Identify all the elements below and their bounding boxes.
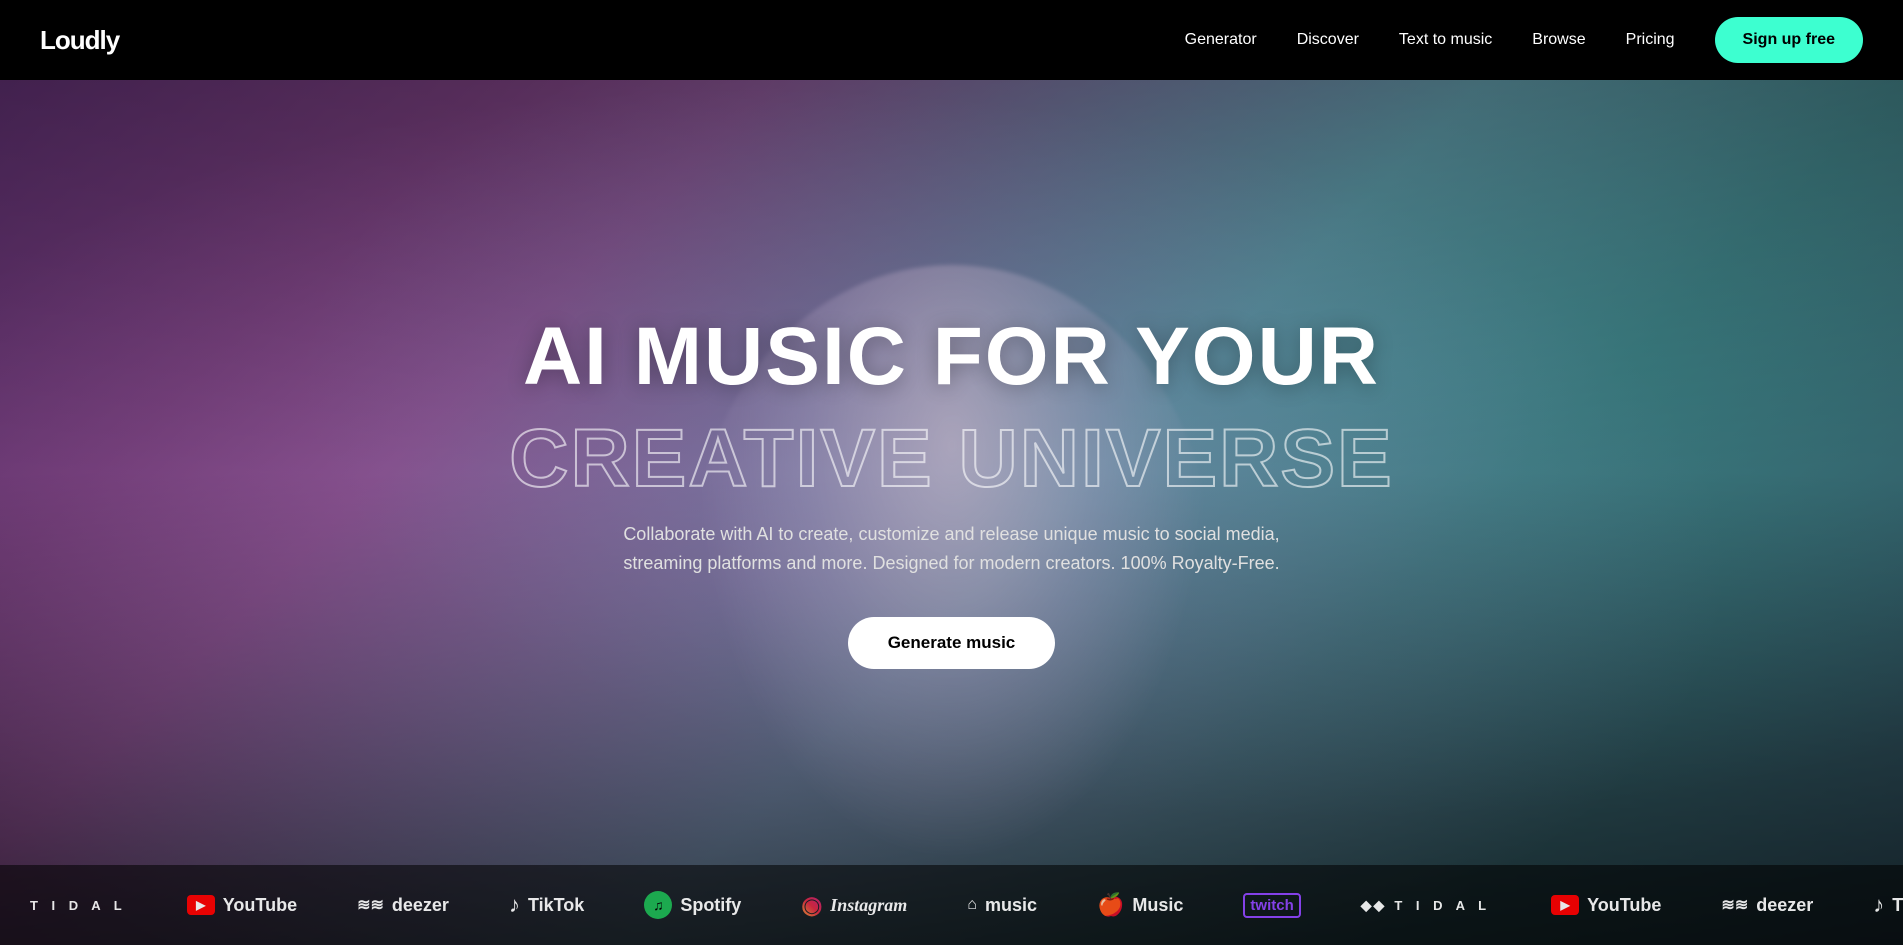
generate-music-button[interactable]: Generate music	[848, 617, 1056, 669]
signup-button[interactable]: Sign up free	[1715, 17, 1863, 63]
deezer-icon-1: ≋≋	[357, 895, 384, 915]
brand-deezer-1: ≋≋ deezer	[357, 895, 449, 916]
brand-youtube-1: ▶ YouTube	[187, 895, 297, 916]
browse-link[interactable]: Browse	[1532, 31, 1585, 49]
amazon-label-1: music	[985, 895, 1037, 916]
brand-instagram-1: ◉ Instagram	[801, 891, 907, 920]
tiktok-icon-1: ♪	[509, 892, 520, 918]
instagram-icon-1: ◉	[801, 891, 822, 920]
ticker-track: T I D A L ▶ YouTube ≋≋ deezer ♪ TikTok ♫…	[0, 891, 1903, 920]
brand-ticker: T I D A L ▶ YouTube ≋≋ deezer ♪ TikTok ♫…	[0, 865, 1903, 945]
brand-tiktok-2: ♪ TikTok	[1873, 892, 1903, 918]
brand-tidal-1: T I D A L	[30, 898, 127, 913]
apple-icon-1: 🍎	[1097, 892, 1124, 918]
brand-twitch-1: twitch	[1243, 893, 1300, 918]
pricing-link[interactable]: Pricing	[1626, 31, 1675, 49]
discover-link[interactable]: Discover	[1297, 31, 1359, 49]
brand-tiktok-1: ♪ TikTok	[509, 892, 584, 918]
youtube-icon-1: ▶	[187, 895, 215, 915]
text-to-music-link[interactable]: Text to music	[1399, 31, 1492, 49]
tidal-dots-2: ◆◆	[1361, 897, 1387, 914]
tidal-icon-1: T I D A L	[30, 898, 127, 913]
tiktok-label-2: TikTok	[1892, 895, 1903, 916]
generator-link[interactable]: Generator	[1185, 31, 1257, 49]
tiktok-icon-2: ♪	[1873, 892, 1884, 918]
deezer-label-2: deezer	[1756, 895, 1813, 916]
deezer-icon-2: ≋≋	[1721, 895, 1748, 915]
youtube-icon-2: ▶	[1551, 895, 1579, 915]
brand-tidal-2: ◆◆ T I D A L	[1361, 897, 1491, 914]
hero-subtitle: Collaborate with AI to create, customize…	[601, 520, 1301, 578]
spotify-label-1: Spotify	[680, 895, 741, 916]
tidal-label-2: T I D A L	[1394, 898, 1491, 913]
brand-spotify-1: ♫ Spotify	[644, 891, 741, 919]
instagram-label-1: Instagram	[830, 895, 907, 916]
nav-links: Generator Discover Text to music Browse …	[1185, 17, 1863, 63]
navbar: Loudly Generator Discover Text to music …	[0, 0, 1903, 80]
brand-apple-1: 🍎 Music	[1097, 892, 1183, 918]
youtube-label-1: YouTube	[223, 895, 297, 916]
tiktok-label-1: TikTok	[528, 895, 584, 916]
hero-title-solid: AI MUSIC FOR YOUR	[523, 316, 1380, 398]
brand-youtube-2: ▶ YouTube	[1551, 895, 1661, 916]
brand-deezer-2: ≋≋ deezer	[1721, 895, 1813, 916]
amazon-icon-1: ⌂	[967, 896, 977, 914]
brand-amazon-1: ⌂ music	[967, 895, 1037, 916]
twitch-icon-1: twitch	[1243, 893, 1300, 918]
logo[interactable]: Loudly	[40, 25, 119, 56]
deezer-label-1: deezer	[392, 895, 449, 916]
hero-section: AI MUSIC FOR YOUR CREATIVE UNIVERSE Coll…	[0, 0, 1903, 945]
apple-label-1: Music	[1132, 895, 1183, 916]
hero-title-outline: CREATIVE UNIVERSE	[509, 418, 1394, 500]
hero-content: AI MUSIC FOR YOUR CREATIVE UNIVERSE Coll…	[509, 316, 1394, 670]
youtube-label-2: YouTube	[1587, 895, 1661, 916]
spotify-icon-1: ♫	[644, 891, 672, 919]
